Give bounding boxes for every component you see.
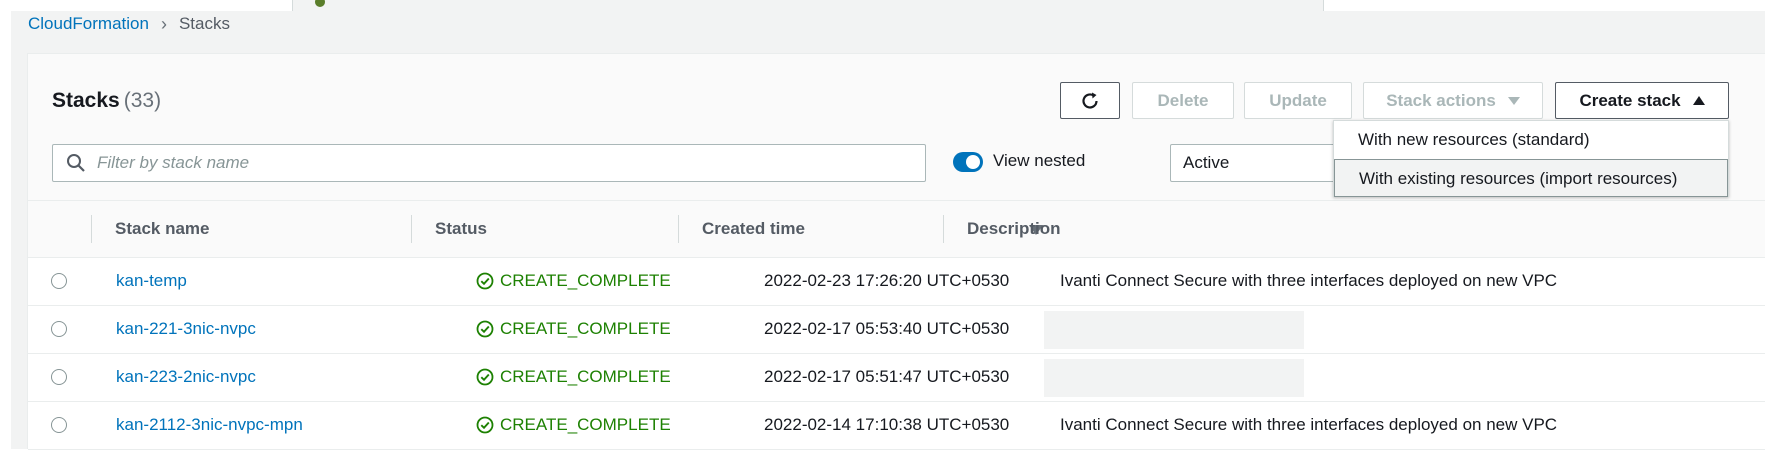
column-header-status[interactable]: Status: [411, 201, 487, 257]
row-select-radio[interactable]: [51, 417, 67, 433]
success-check-icon: [476, 368, 494, 386]
stack-name-link[interactable]: kan-2112-3nic-nvpc-mpn: [116, 414, 303, 436]
row-select-radio[interactable]: [51, 369, 67, 385]
created-time: 2022-02-14 17:10:38 UTC+0530: [764, 415, 1010, 434]
stack-name-link[interactable]: kan-223-2nic-nvpc: [116, 366, 256, 388]
stack-name-link[interactable]: kan-temp: [116, 270, 187, 292]
caret-down-icon: [1507, 96, 1520, 105]
created-time: 2022-02-23 17:26:20 UTC+0530: [764, 271, 1010, 290]
search-input[interactable]: Filter by stack name: [52, 144, 926, 182]
status-text: CREATE_COMPLETE: [500, 271, 671, 290]
menu-item-new-resources[interactable]: With new resources (standard): [1334, 121, 1728, 159]
search-placeholder: Filter by stack name: [97, 153, 250, 172]
status-text: CREATE_COMPLETE: [500, 319, 671, 338]
table-row[interactable]: kan-temp CREATE_COMPLETE 2022-02-23 17:2…: [28, 258, 1765, 306]
update-button[interactable]: Update: [1244, 82, 1352, 119]
breadcrumb-cloudformation-link[interactable]: CloudFormation: [28, 13, 149, 35]
create-stack-label: Create stack: [1579, 90, 1681, 110]
refresh-icon: [1082, 92, 1098, 109]
table-row[interactable]: kan-223-2nic-nvpc CREATE_COMPLETE 2022-0…: [28, 354, 1765, 402]
description-placeholder: [1044, 359, 1304, 397]
cloudformation-logo-icon: [315, 0, 325, 7]
caret-up-icon: [1692, 96, 1705, 105]
view-nested-toggle[interactable]: [953, 152, 983, 172]
stack-count: (33): [123, 89, 162, 112]
description: Ivanti Connect Secure with three interfa…: [1060, 415, 1558, 434]
column-header-description[interactable]: Description: [943, 201, 1061, 257]
status-filter-select[interactable]: Active: [1170, 144, 1348, 182]
status-cell: CREATE_COMPLETE: [476, 366, 671, 388]
description: Ivanti Connect Secure with three interfa…: [1060, 271, 1558, 290]
table-row[interactable]: kan-2112-3nic-nvpc-mpn CREATE_COMPLETE 2…: [28, 402, 1765, 450]
stack-name-link[interactable]: kan-221-3nic-nvpc: [116, 318, 256, 340]
page-title: Stacks (33): [52, 87, 161, 115]
created-time: 2022-02-17 05:53:40 UTC+0530: [764, 319, 1010, 338]
stacks-panel: Stacks (33) Delete Update Stack actions C…: [27, 53, 1765, 450]
breadcrumb: CloudFormation › Stacks: [28, 13, 230, 35]
stack-actions-label: Stack actions: [1386, 90, 1496, 110]
row-select-radio[interactable]: [51, 321, 67, 337]
status-cell: CREATE_COMPLETE: [476, 318, 671, 340]
menu-item-existing-resources[interactable]: With existing resources (import resource…: [1334, 159, 1728, 197]
success-check-icon: [476, 320, 494, 338]
table-row[interactable]: kan-221-3nic-nvpc CREATE_COMPLETE 2022-0…: [28, 306, 1765, 354]
status-text: CREATE_COMPLETE: [500, 367, 671, 386]
table-header: Stack name Status Created time Descripti…: [28, 200, 1765, 258]
status-text: CREATE_COMPLETE: [500, 415, 671, 434]
search-icon: [65, 152, 87, 174]
row-select-radio[interactable]: [51, 273, 67, 289]
delete-button[interactable]: Delete: [1132, 82, 1234, 119]
stack-actions-button[interactable]: Stack actions: [1363, 82, 1543, 119]
column-header-created-time[interactable]: Created time: [678, 201, 805, 257]
refresh-button[interactable]: [1060, 82, 1120, 119]
breadcrumb-current: Stacks: [178, 14, 230, 33]
success-check-icon: [476, 272, 494, 290]
created-time: 2022-02-17 05:51:47 UTC+0530: [764, 367, 1010, 386]
column-header-stack-name[interactable]: Stack name: [91, 201, 210, 257]
toggle-knob: [966, 155, 980, 169]
status-cell: CREATE_COMPLETE: [476, 270, 671, 292]
create-stack-menu: With new resources (standard) With exist…: [1333, 120, 1729, 197]
status-cell: CREATE_COMPLETE: [476, 414, 671, 436]
create-stack-button[interactable]: Create stack: [1555, 82, 1729, 119]
description-placeholder: [1044, 311, 1304, 349]
chevron-right-icon: ›: [160, 14, 167, 34]
page-title-text: Stacks: [52, 89, 120, 112]
success-check-icon: [476, 416, 494, 434]
view-nested-label: View nested: [993, 151, 1086, 170]
background-window-strip: [292, 0, 1324, 11]
